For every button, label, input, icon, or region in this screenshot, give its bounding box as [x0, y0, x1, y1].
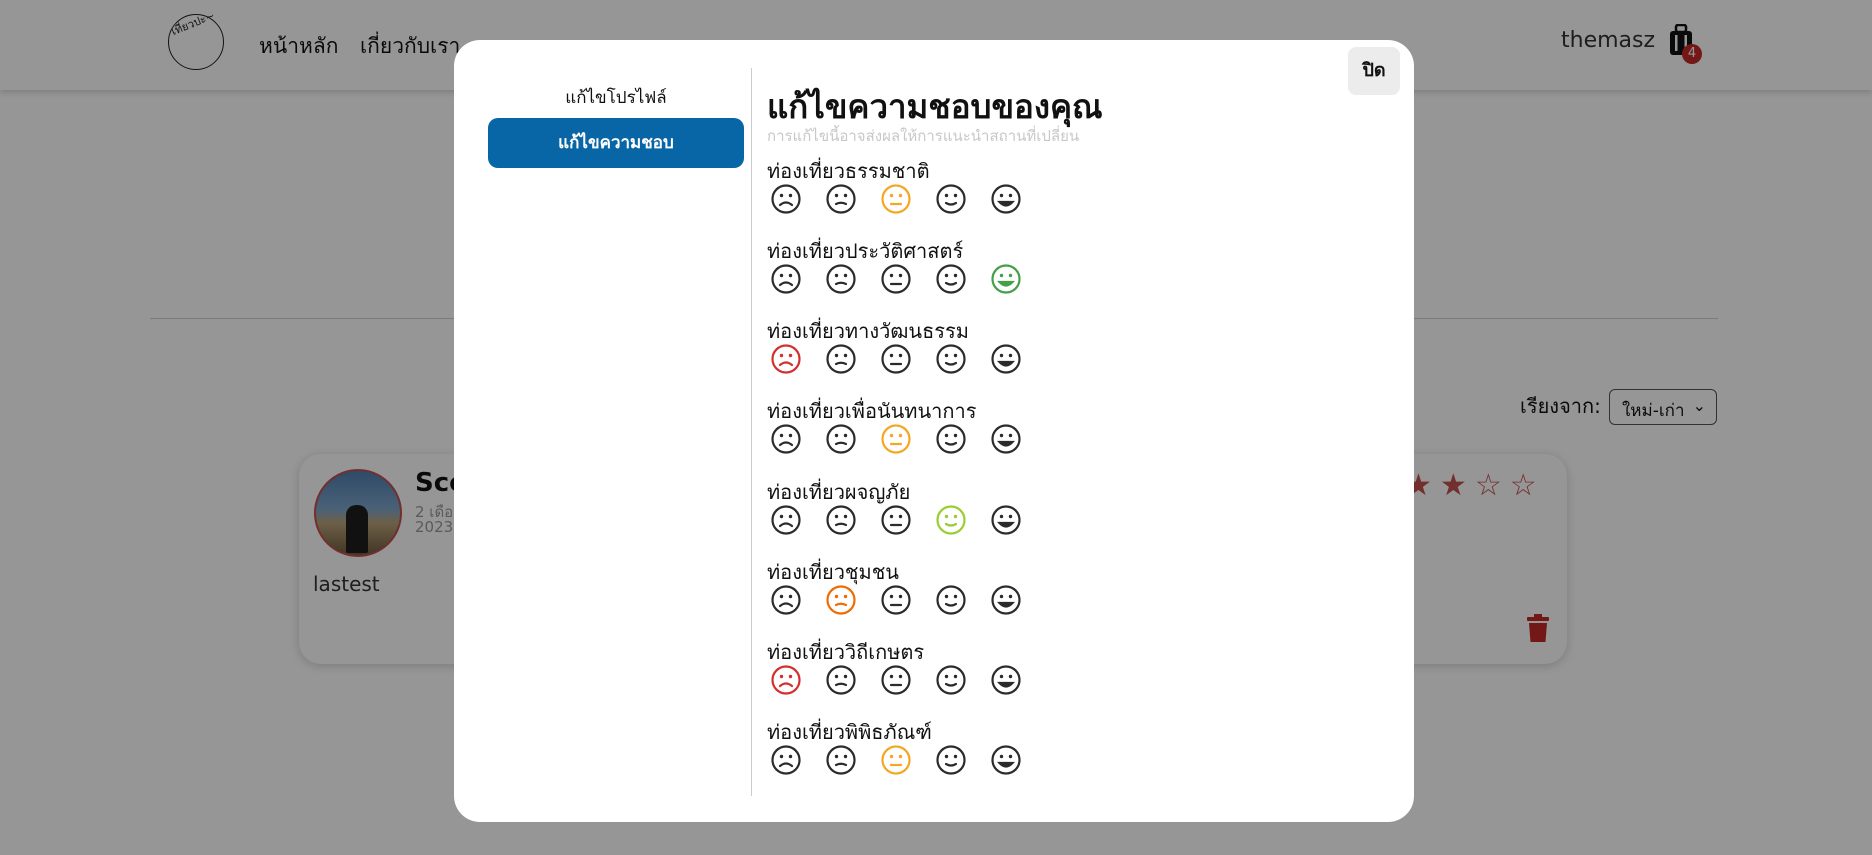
sad-face-icon[interactable]	[770, 343, 802, 375]
sidebar-item-edit-profile[interactable]: แก้ไขโปรไฟล์	[488, 78, 744, 118]
sad-face-icon[interactable]	[770, 504, 802, 536]
preference-row: ท่องเที่ยวธรรมชาติ	[767, 155, 1367, 235]
modal-divider	[751, 68, 752, 796]
happy-face-icon[interactable]	[990, 263, 1022, 295]
slightly-sad-face-icon[interactable]	[825, 423, 857, 455]
sad-face-icon[interactable]	[770, 423, 802, 455]
slightly-sad-face-icon[interactable]	[825, 744, 857, 776]
slightly-sad-face-icon[interactable]	[825, 504, 857, 536]
neutral-face-icon[interactable]	[880, 183, 912, 215]
sad-face-icon[interactable]	[770, 664, 802, 696]
preference-row: ท่องเที่ยววิถีเกษตร	[767, 636, 1367, 716]
slightly-happy-face-icon[interactable]	[935, 584, 967, 616]
neutral-face-icon[interactable]	[880, 263, 912, 295]
happy-face-icon[interactable]	[990, 504, 1022, 536]
preference-row: ท่องเที่ยวเพื่อนันทนาการ	[767, 395, 1367, 475]
sad-face-icon[interactable]	[770, 183, 802, 215]
preference-row: ท่องเที่ยวทางวัฒนธรรม	[767, 315, 1367, 395]
happy-face-icon[interactable]	[990, 183, 1022, 215]
neutral-face-icon[interactable]	[880, 343, 912, 375]
happy-face-icon[interactable]	[990, 343, 1022, 375]
happy-face-icon[interactable]	[990, 664, 1022, 696]
slightly-happy-face-icon[interactable]	[935, 263, 967, 295]
happy-face-icon[interactable]	[990, 744, 1022, 776]
slightly-happy-face-icon[interactable]	[935, 183, 967, 215]
preference-row: ท่องเที่ยวพิพิธภัณฑ์	[767, 716, 1367, 796]
slightly-happy-face-icon[interactable]	[935, 343, 967, 375]
preference-row: ท่องเที่ยวชุมชน	[767, 556, 1367, 636]
sidebar-item-edit-preferences[interactable]: แก้ไขความชอบ	[488, 118, 744, 168]
neutral-face-icon[interactable]	[880, 504, 912, 536]
neutral-face-icon[interactable]	[880, 744, 912, 776]
slightly-sad-face-icon[interactable]	[825, 263, 857, 295]
slightly-happy-face-icon[interactable]	[935, 664, 967, 696]
slightly-sad-face-icon[interactable]	[825, 664, 857, 696]
preference-row: ท่องเที่ยวผจญภัย	[767, 476, 1367, 556]
neutral-face-icon[interactable]	[880, 423, 912, 455]
slightly-sad-face-icon[interactable]	[825, 584, 857, 616]
sad-face-icon[interactable]	[770, 263, 802, 295]
close-button[interactable]: ปิด	[1348, 47, 1400, 95]
happy-face-icon[interactable]	[990, 584, 1022, 616]
sad-face-icon[interactable]	[770, 584, 802, 616]
slightly-happy-face-icon[interactable]	[935, 744, 967, 776]
sad-face-icon[interactable]	[770, 744, 802, 776]
edit-preferences-modal: แก้ไขโปรไฟล์ แก้ไขความชอบ ปิด แก้ไขความช…	[454, 40, 1414, 822]
neutral-face-icon[interactable]	[880, 664, 912, 696]
neutral-face-icon[interactable]	[880, 584, 912, 616]
slightly-sad-face-icon[interactable]	[825, 343, 857, 375]
slightly-happy-face-icon[interactable]	[935, 423, 967, 455]
slightly-sad-face-icon[interactable]	[825, 183, 857, 215]
slightly-happy-face-icon[interactable]	[935, 504, 967, 536]
happy-face-icon[interactable]	[990, 423, 1022, 455]
page-subtitle: การแก้ไขนี้อาจส่งผลให้การแนะนำสถานที่เปล…	[767, 127, 1080, 145]
preference-row: ท่องเที่ยวประวัติศาสตร์	[767, 235, 1367, 315]
